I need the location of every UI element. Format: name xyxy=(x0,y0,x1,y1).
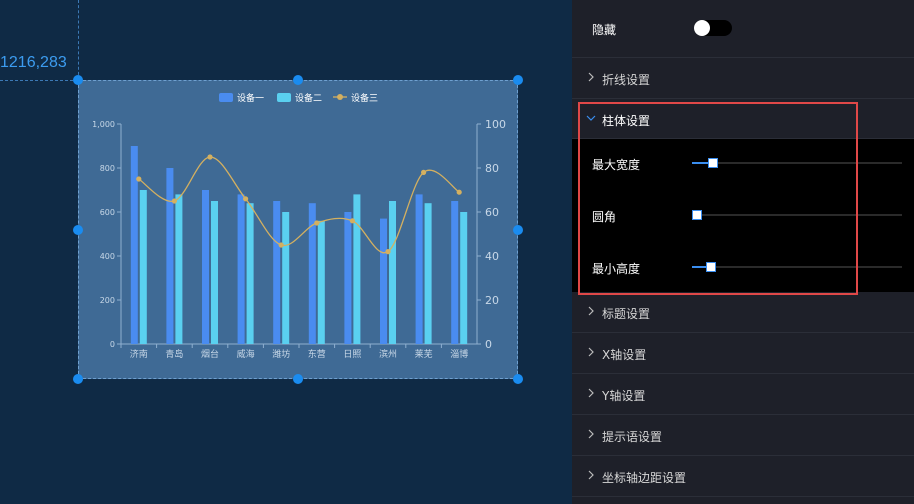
resize-handle-left[interactable] xyxy=(73,225,83,235)
highlight-box xyxy=(578,102,858,295)
x-tick-label: 潍坊 xyxy=(272,348,290,360)
bar-1-9 xyxy=(451,201,459,344)
left-tick-label: 1,000 xyxy=(92,120,115,129)
bar-1-1 xyxy=(166,168,174,344)
bar-1-2 xyxy=(202,190,209,344)
position-readout: 1216,283 xyxy=(0,54,67,71)
legend-swatch-1 xyxy=(219,93,233,102)
line-point-3 xyxy=(243,196,249,202)
legend-label-3: 设备三 xyxy=(351,92,378,104)
bar-1-6 xyxy=(344,212,352,344)
chevron-right-icon xyxy=(588,429,594,439)
section-line-settings[interactable]: 折线设置 xyxy=(572,58,914,99)
section-tooltip-settings[interactable]: 提示语设置 xyxy=(572,415,914,456)
right-tick-label: 60 xyxy=(485,206,499,219)
bar-2-2 xyxy=(211,201,218,344)
x-tick-label: 威海 xyxy=(237,348,255,360)
line-point-9 xyxy=(456,189,462,195)
legend-swatch-2 xyxy=(277,93,291,102)
bar-2-3 xyxy=(246,203,254,344)
bar-2-0 xyxy=(139,190,147,344)
section-label: 折线设置 xyxy=(602,73,651,87)
chevron-right-icon xyxy=(588,347,594,357)
bar-1-3 xyxy=(237,194,245,344)
x-tick-label: 淄博 xyxy=(450,348,468,360)
chevron-right-icon xyxy=(588,388,594,398)
resize-handle-top-left[interactable] xyxy=(73,75,83,85)
vertical-guide-line xyxy=(78,0,79,80)
resize-handle-bottom[interactable] xyxy=(293,374,303,384)
bar-1-7 xyxy=(380,218,387,344)
x-tick-label: 青岛 xyxy=(165,348,183,360)
resize-handle-top-right[interactable] xyxy=(513,75,523,85)
line-point-6 xyxy=(349,218,355,224)
chevron-right-icon xyxy=(588,306,594,316)
right-tick-label: 80 xyxy=(485,162,499,175)
legend-label-1: 设备一 xyxy=(237,92,264,104)
line-point-4 xyxy=(278,242,284,248)
x-tick-label: 滨州 xyxy=(379,348,397,360)
section-label: X轴设置 xyxy=(602,348,647,362)
bar-line-chart: 0 200 400 600 800 1,000 0 20 40 60 80 100 济南 青岛 烟台 威海 潍坊… xyxy=(92,92,506,360)
right-tick-label: 40 xyxy=(485,250,499,263)
line-point-7 xyxy=(385,249,391,255)
resize-handle-top[interactable] xyxy=(293,75,303,85)
left-tick-label: 800 xyxy=(100,164,115,173)
section-label: Y轴设置 xyxy=(602,389,646,403)
line-point-0 xyxy=(136,176,142,182)
chevron-right-icon xyxy=(588,470,594,480)
section-y-axis-settings[interactable]: Y轴设置 xyxy=(572,374,914,415)
design-canvas[interactable]: 1216,283 0 200 400 600 800 1,000 0 20 40 60 80 100 济… xyxy=(0,0,572,504)
section-label: 提示语设置 xyxy=(602,430,663,444)
legend-label-2: 设备二 xyxy=(295,92,322,104)
right-tick-label: 100 xyxy=(485,118,506,131)
hide-row: 隐藏 xyxy=(572,0,914,58)
section-title-settings[interactable]: 标题设置 xyxy=(572,292,914,333)
bar-2-5 xyxy=(317,220,325,344)
hide-label: 隐藏 xyxy=(592,23,617,37)
bar-2-6 xyxy=(353,194,361,344)
section-label: 坐标轴边距设置 xyxy=(602,471,687,485)
bar-1-8 xyxy=(415,194,423,344)
x-tick-label: 烟台 xyxy=(201,348,219,360)
resize-handle-bottom-right[interactable] xyxy=(513,374,523,384)
left-tick-label: 0 xyxy=(110,340,115,349)
x-tick-label: 东营 xyxy=(308,348,326,360)
line-series-path xyxy=(138,156,460,254)
horizontal-guide-line xyxy=(0,80,78,81)
x-tick-label: 日照 xyxy=(343,349,361,360)
left-tick-label: 600 xyxy=(100,208,115,217)
bar-2-8 xyxy=(424,203,432,344)
toggle-knob xyxy=(694,20,710,36)
bar-2-1 xyxy=(175,194,183,344)
bar-1-4 xyxy=(273,201,281,344)
bar-2-4 xyxy=(282,212,290,344)
resize-handle-right[interactable] xyxy=(513,225,523,235)
section-x-axis-settings[interactable]: X轴设置 xyxy=(572,333,914,374)
x-tick-label: 莱芜 xyxy=(415,348,433,360)
section-label: 标题设置 xyxy=(602,307,651,321)
x-tick-label: 济南 xyxy=(130,348,148,360)
line-point-5 xyxy=(314,220,320,226)
bar-2-9 xyxy=(460,212,468,344)
chart-widget[interactable]: 0 200 400 600 800 1,000 0 20 40 60 80 100 济南 青岛 烟台 威海 潍坊… xyxy=(78,80,518,379)
legend-marker-3 xyxy=(337,94,343,100)
line-point-8 xyxy=(421,169,427,175)
left-tick-label: 400 xyxy=(100,252,115,261)
line-point-1 xyxy=(171,198,177,204)
left-tick-label: 200 xyxy=(100,296,115,305)
chevron-right-icon xyxy=(588,72,594,82)
right-tick-label: 20 xyxy=(485,294,499,307)
bar-2-7 xyxy=(389,201,396,344)
resize-handle-bottom-left[interactable] xyxy=(73,374,83,384)
section-axis-margin-settings[interactable]: 坐标轴边距设置 xyxy=(572,456,914,497)
line-point-2 xyxy=(207,154,213,160)
hide-toggle[interactable] xyxy=(694,20,732,36)
bar-1-0 xyxy=(130,146,138,344)
right-tick-label: 0 xyxy=(485,338,492,351)
